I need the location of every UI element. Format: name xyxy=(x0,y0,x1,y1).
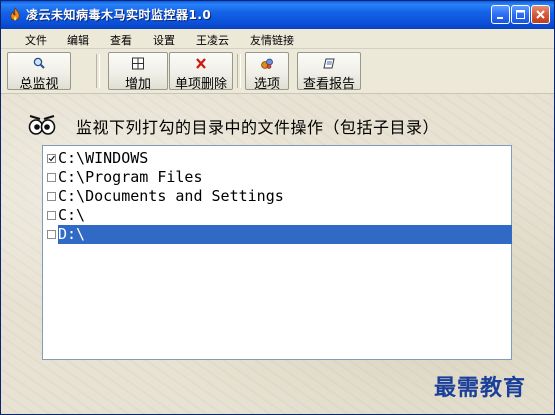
main-panel: 监视下列打勾的目录中的文件操作（包括子目录） C:\WINDOWS C:\Pro… xyxy=(1,94,554,414)
menu-bar: 文件 编辑 查看 设置 王凌云 友情链接 xyxy=(1,29,554,49)
maximize-button[interactable] xyxy=(511,5,530,24)
list-item[interactable]: C:\Documents and Settings xyxy=(44,187,510,206)
options-icon xyxy=(261,58,273,69)
report-icon xyxy=(323,58,335,69)
menu-settings[interactable]: 设置 xyxy=(153,32,175,48)
minimize-icon xyxy=(497,17,503,19)
options-label: 选项 xyxy=(253,77,280,92)
directory-checkbox[interactable] xyxy=(47,154,56,163)
maximize-icon xyxy=(516,10,525,19)
menu-author[interactable]: 王凌云 xyxy=(196,32,229,48)
app-window: 凌云未知病毒木马实时监控器1.0 文件 编辑 查看 设置 王凌云 友情链接 总监… xyxy=(0,0,555,415)
directory-list[interactable]: C:\WINDOWS C:\Program Files C:\Documents… xyxy=(42,145,512,360)
toolbar-separator xyxy=(237,54,241,88)
minimize-button[interactable] xyxy=(491,5,510,24)
view-report-label: 查看报告 xyxy=(302,77,355,92)
menu-edit[interactable]: 编辑 xyxy=(67,32,89,48)
directory-path: C:\Documents and Settings xyxy=(58,187,284,205)
monitor-all-button[interactable]: 总监视 xyxy=(7,52,71,92)
toolbar-separator xyxy=(96,54,100,88)
close-button[interactable] xyxy=(531,5,550,24)
directory-checkbox[interactable] xyxy=(47,211,56,220)
title-bar[interactable]: 凌云未知病毒木马实时监控器1.0 xyxy=(1,1,554,29)
view-report-button[interactable]: 查看报告 xyxy=(297,52,361,92)
add-label: 增加 xyxy=(124,77,151,92)
menu-view[interactable]: 查看 xyxy=(110,32,132,48)
list-item[interactable]: C:\WINDOWS xyxy=(44,149,510,168)
delete-item-button[interactable]: 单项删除 xyxy=(169,52,233,92)
directory-path: C:\Program Files xyxy=(58,168,203,186)
list-item[interactable]: C:\Program Files xyxy=(44,168,510,187)
add-button[interactable]: 增加 xyxy=(108,52,168,92)
red-x-icon xyxy=(196,58,206,69)
toolbar: 总监视 增加 单项删除 选项 查看报告 xyxy=(1,49,554,94)
check-icon xyxy=(48,155,55,162)
menu-file[interactable]: 文件 xyxy=(25,32,47,48)
grid-add-icon xyxy=(132,57,144,70)
app-flame-icon xyxy=(10,7,20,21)
monitor-all-label: 总监视 xyxy=(19,77,59,92)
list-item[interactable]: D:\ xyxy=(44,225,512,244)
directory-checkbox[interactable] xyxy=(47,192,56,201)
magnifier-icon xyxy=(33,57,45,69)
delete-item-label: 单项删除 xyxy=(174,77,227,92)
menu-links[interactable]: 友情链接 xyxy=(250,32,294,48)
options-button[interactable]: 选项 xyxy=(245,52,289,92)
directory-path: D:\ xyxy=(58,225,512,244)
watermark-logo: 最需教育 xyxy=(434,375,527,401)
close-icon xyxy=(536,10,545,19)
eyes-icon xyxy=(28,114,56,135)
monitor-heading: 监视下列打勾的目录中的文件操作（包括子目录） xyxy=(76,118,440,137)
list-item[interactable]: C:\ xyxy=(44,206,510,225)
directory-path: C:\ xyxy=(58,206,86,224)
directory-checkbox[interactable] xyxy=(47,230,56,239)
window-title: 凌云未知病毒木马实时监控器1.0 xyxy=(26,8,212,22)
directory-checkbox[interactable] xyxy=(47,173,56,182)
directory-path: C:\WINDOWS xyxy=(58,149,149,167)
